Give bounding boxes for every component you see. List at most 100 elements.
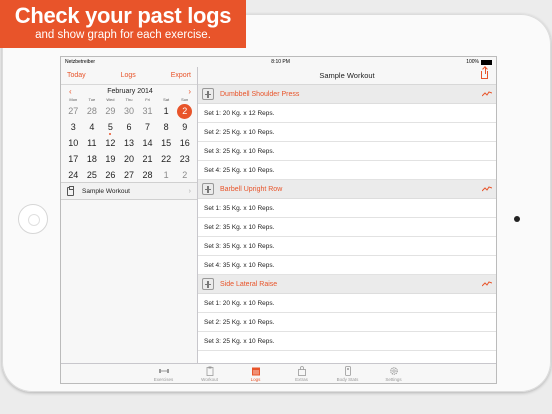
calendar-day[interactable]: 12 bbox=[101, 135, 120, 151]
exercise-list: Dumbbell Shoulder Press Set 1: 20 Kg. x 1… bbox=[198, 85, 496, 351]
calendar-day-number: 29 bbox=[105, 106, 116, 116]
prev-month-icon[interactable]: ‹ bbox=[69, 87, 72, 96]
set-row[interactable]: Set 3: 25 Kg. x 10 Reps. bbox=[198, 332, 496, 351]
calendar-day[interactable]: 21 bbox=[138, 151, 157, 167]
share-icon[interactable] bbox=[481, 67, 488, 79]
calendar-day-number: 12 bbox=[105, 138, 116, 148]
calendar-day-number: 9 bbox=[182, 122, 188, 132]
calendar-day[interactable]: 2 bbox=[175, 167, 194, 183]
exercise-name: Dumbbell Shoulder Press bbox=[220, 90, 300, 98]
calendar-day[interactable]: 25 bbox=[83, 167, 102, 183]
right-nav-bar: Sample Workout bbox=[198, 67, 496, 85]
tab-label: Logs bbox=[250, 377, 261, 382]
calendar-day[interactable]: 31 bbox=[138, 103, 157, 119]
calendar-day-selected[interactable]: 2 bbox=[175, 103, 194, 119]
next-month-icon[interactable]: › bbox=[188, 87, 191, 96]
calendar-day[interactable]: 16 bbox=[175, 135, 194, 151]
workout-name: Sample Workout bbox=[82, 187, 130, 195]
set-row[interactable]: Set 2: 35 Kg. x 10 Reps. bbox=[198, 218, 496, 237]
calendar-day[interactable]: 3 bbox=[64, 119, 83, 135]
set-row[interactable]: Set 1: 20 Kg. x 12 Reps. bbox=[198, 104, 496, 123]
calendar-day[interactable]: 30 bbox=[120, 103, 139, 119]
tab-extras[interactable]: Extras bbox=[279, 364, 325, 383]
tab-body-stats[interactable]: Body Stats bbox=[325, 364, 371, 383]
today-button[interactable]: Today bbox=[67, 72, 86, 79]
calendar-day[interactable]: 9 bbox=[175, 119, 194, 135]
calendar-day[interactable]: 18 bbox=[83, 151, 102, 167]
calendar-day[interactable]: 8 bbox=[157, 119, 176, 135]
set-row[interactable]: Set 4: 35 Kg. x 10 Reps. bbox=[198, 256, 496, 275]
calendar-day[interactable]: 10 bbox=[64, 135, 83, 151]
calendar-day-number: 14 bbox=[142, 138, 153, 148]
calendar-day-number: 28 bbox=[142, 170, 153, 180]
exercise-header[interactable]: Dumbbell Shoulder Press bbox=[198, 85, 496, 104]
calendar-icon bbox=[251, 366, 261, 376]
calendar-day[interactable]: 6 bbox=[120, 119, 139, 135]
tab-settings[interactable]: Settings bbox=[371, 364, 417, 383]
graph-icon[interactable] bbox=[482, 91, 492, 97]
calendar-day[interactable]: 7 bbox=[138, 119, 157, 135]
graph-icon[interactable] bbox=[482, 281, 492, 287]
tab-exercises[interactable]: Exercises bbox=[141, 364, 187, 383]
calendar-day[interactable]: 14 bbox=[138, 135, 157, 151]
set-row[interactable]: Set 3: 25 Kg. x 10 Reps. bbox=[198, 142, 496, 161]
set-row[interactable]: Set 3: 35 Kg. x 10 Reps. bbox=[198, 237, 496, 256]
clipboard-icon bbox=[67, 185, 74, 196]
calendar-day-number: 1 bbox=[163, 170, 169, 180]
clipboard-icon bbox=[205, 366, 215, 376]
month-label: February 2014 bbox=[107, 87, 153, 95]
calendar-day-number: 24 bbox=[68, 170, 79, 180]
calendar-day-number: 13 bbox=[123, 138, 134, 148]
tab-label: Workout bbox=[201, 377, 218, 382]
calendar-day-number: 20 bbox=[123, 154, 134, 164]
workout-list-item[interactable]: Sample Workout › bbox=[61, 182, 197, 200]
calendar-day[interactable]: 26 bbox=[101, 167, 120, 183]
calendar-day[interactable]: 27 bbox=[120, 167, 139, 183]
set-row[interactable]: Set 1: 20 Kg. x 10 Reps. bbox=[198, 294, 496, 313]
exercise-header[interactable]: Side Lateral Raise bbox=[198, 275, 496, 294]
calendar-day-number: 17 bbox=[68, 154, 79, 164]
calendar-day-number: 22 bbox=[161, 154, 172, 164]
tab-workout[interactable]: Workout bbox=[187, 364, 233, 383]
graph-icon[interactable] bbox=[482, 186, 492, 192]
month-header: ‹ February 2014 › bbox=[61, 85, 197, 97]
calendar-day[interactable]: 1 bbox=[157, 103, 176, 119]
calendar-day[interactable]: 4 bbox=[83, 119, 102, 135]
calendar-day[interactable]: 28 bbox=[83, 103, 102, 119]
chevron-right-icon: › bbox=[188, 187, 191, 195]
calendar-day[interactable]: 28 bbox=[138, 167, 157, 183]
calendar-day-number: 15 bbox=[161, 138, 172, 148]
calendar-day-number: 5 bbox=[107, 122, 113, 132]
tab-bar: Exercises Workout Logs Extras Body Stats Sett… bbox=[61, 363, 496, 383]
calendar-day[interactable]: 1 bbox=[157, 167, 176, 183]
exercise-header[interactable]: Barbell Upright Row bbox=[198, 180, 496, 199]
tab-logs[interactable]: Logs bbox=[233, 364, 279, 383]
export-button[interactable]: Export bbox=[171, 72, 191, 79]
calendar-day[interactable]: 13 bbox=[120, 135, 139, 151]
tab-label: Settings bbox=[385, 377, 402, 382]
calendar-day[interactable]: 22 bbox=[157, 151, 176, 167]
status-bar: Netzbetreiber 8:10 PM 100% bbox=[61, 57, 496, 67]
calendar-day-number: 25 bbox=[86, 170, 97, 180]
camera-dot bbox=[514, 216, 520, 222]
set-row[interactable]: Set 2: 25 Kg. x 10 Reps. bbox=[198, 313, 496, 332]
set-row[interactable]: Set 1: 35 Kg. x 10 Reps. bbox=[198, 199, 496, 218]
calendar-day[interactable]: 24 bbox=[64, 167, 83, 183]
calendar-day[interactable]: 27 bbox=[64, 103, 83, 119]
exercise-thumbnail-icon bbox=[202, 278, 214, 290]
calendar-day[interactable]: 17 bbox=[64, 151, 83, 167]
calendar-day[interactable]: 29 bbox=[101, 103, 120, 119]
set-row[interactable]: Set 4: 25 Kg. x 10 Reps. bbox=[198, 161, 496, 180]
calendar-day[interactable]: 23 bbox=[175, 151, 194, 167]
calendar-day[interactable]: 20 bbox=[120, 151, 139, 167]
calendar-day[interactable]: 19 bbox=[101, 151, 120, 167]
calendar-day-number: 23 bbox=[179, 154, 190, 164]
set-row[interactable]: Set 2: 25 Kg. x 10 Reps. bbox=[198, 123, 496, 142]
home-button[interactable] bbox=[18, 204, 48, 234]
calendar-day-number: 7 bbox=[145, 122, 151, 132]
calendar-day[interactable]: 5 bbox=[101, 119, 120, 135]
calendar-day[interactable]: 15 bbox=[157, 135, 176, 151]
banner-headline: Check your past logs bbox=[14, 3, 232, 28]
calendar-day[interactable]: 11 bbox=[83, 135, 102, 151]
calendar-day-number: 28 bbox=[86, 106, 97, 116]
